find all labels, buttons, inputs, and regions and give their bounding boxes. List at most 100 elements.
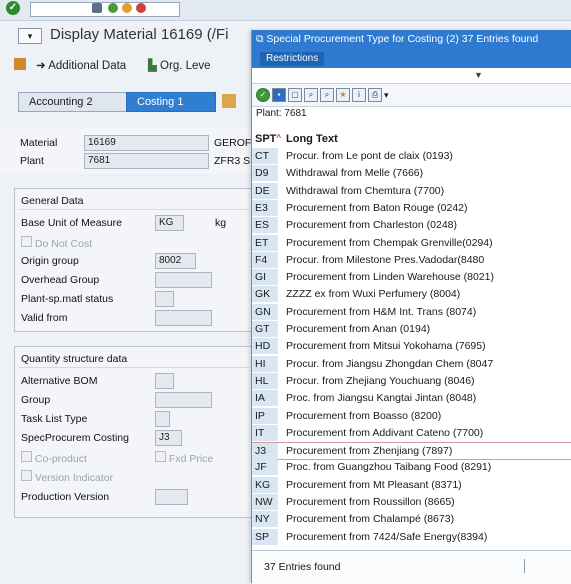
print-dropdown-icon[interactable]: ▾	[384, 90, 389, 101]
collapse-icon[interactable]: ▼	[474, 70, 483, 80]
status-divider	[524, 559, 525, 573]
long-text: Procur. from Le pont de claix (0193)	[286, 150, 453, 162]
spt-code: IA	[252, 390, 278, 407]
list-item[interactable]: GT Procurement from Anan (0194)	[252, 321, 571, 337]
dialog-title-bar: ⧉ Special Procurement Type for Costing (…	[252, 30, 571, 48]
find-next-icon[interactable]: ⌕	[320, 88, 334, 102]
print-icon[interactable]: ⎙	[368, 88, 382, 102]
list-item[interactable]: D9 Withdrawal from Melle (7666)	[252, 165, 571, 182]
long-text: Procurement from Boasso (8200)	[286, 409, 442, 422]
spt-code: GI	[252, 269, 278, 286]
exit-icon[interactable]	[122, 3, 132, 13]
do-not-cost-checkbox[interactable]: Do Not Cost	[21, 236, 92, 250]
spt-code: DE	[252, 182, 278, 199]
spt-code: ES	[252, 217, 278, 234]
list-item[interactable]: ET Procurement from Chempak Grenville(029…	[252, 234, 571, 251]
sort-icon[interactable]: ★	[336, 88, 350, 102]
enter-icon[interactable]: ✓	[6, 1, 20, 15]
long-text: Procurement from Chalampé (8673)	[286, 513, 455, 526]
dialog-toolbar: ✓ ▪ ▢ ⌕ ⌕ ★ i ⎙ ▾	[252, 83, 571, 107]
tab-restrictions[interactable]: Restrictions	[260, 52, 324, 66]
material-field[interactable]: 16169	[84, 135, 209, 151]
list-item[interactable]: NW Procurement from Roussillon (8665)	[252, 494, 571, 510]
list-item[interactable]: F4 Procur. from Milestone Pres.Vadodar(84…	[252, 251, 571, 268]
overhead-group-field[interactable]	[155, 272, 212, 288]
coproduct-checkbox[interactable]: Co-product	[21, 451, 87, 465]
spt-code: HD	[252, 338, 278, 355]
long-text: Procurement from 7424/Safe Energy(8394)	[286, 530, 488, 543]
fxd-price-checkbox[interactable]: Fxd Price	[155, 451, 213, 465]
prod-version-field[interactable]	[155, 489, 188, 505]
tab-accounting-2[interactable]: Accounting 2	[18, 92, 130, 112]
tab-more-icon[interactable]	[222, 94, 236, 108]
spec-proc-field[interactable]: J3	[155, 430, 182, 446]
plant-status-field[interactable]	[155, 291, 174, 307]
save-icon[interactable]	[92, 3, 102, 13]
spt-code: D9	[252, 165, 278, 182]
version-indicator-checkbox[interactable]: Version Indicator	[21, 470, 113, 484]
list-item[interactable]: IT Procurement from Addivant Cateno (7700…	[252, 424, 571, 441]
org-levels-button[interactable]: ▙ Org. Leve	[148, 58, 211, 72]
list-item[interactable]: GI Procurement from Linden Warehouse (802…	[252, 269, 571, 286]
plant-field[interactable]: 7681	[84, 153, 209, 169]
list-item[interactable]: E3 Procurement from Baton Rouge (0242)	[252, 199, 571, 216]
column-long-text[interactable]: Long Text	[286, 133, 338, 145]
menu-icon[interactable]: ▾	[18, 28, 42, 44]
spt-code: NW	[252, 494, 278, 510]
long-text: Procurement from Baton Rouge (0242)	[286, 201, 468, 214]
task-list-field[interactable]	[155, 411, 170, 427]
long-text: Procurement from Roussillon (8665)	[286, 496, 455, 508]
org-levels-icon: ▙	[148, 60, 161, 72]
list-item[interactable]: HI Procur. from Jiangsu Zhongdan Chem (80…	[252, 355, 571, 372]
column-spt[interactable]: SPT^	[255, 133, 281, 145]
info-icon[interactable]: i	[352, 88, 366, 102]
tab-costing-1[interactable]: Costing 1	[126, 92, 216, 112]
additional-data-button[interactable]: ➜ Additional Data	[36, 58, 126, 72]
list-item[interactable]: GK ZZZZ ex from Wuxi Perfumery (8004)	[252, 286, 571, 303]
list-item[interactable]: SP Procurement from 7424/Safe Energy(8394…	[252, 528, 571, 545]
list-item[interactable]: CT Procur. from Le pont de claix (0193)	[252, 148, 571, 164]
spt-code: SP	[252, 528, 278, 545]
group-field[interactable]	[155, 392, 212, 408]
list-item[interactable]: HD Procurement from Mitsui Yokohama (7695…	[252, 338, 571, 355]
spt-code: HL	[252, 372, 278, 389]
header-area: Material 16169 GEROF Plant 7681 ZFR3 S	[0, 128, 252, 174]
new-list-icon[interactable]: ▢	[288, 88, 302, 102]
list-item[interactable]: GN Procurement from H&M Int. Trans (8074)	[252, 303, 571, 320]
alt-bom-field[interactable]	[155, 373, 174, 389]
spt-code: GK	[252, 286, 278, 303]
material-icon[interactable]	[14, 58, 26, 70]
list-item[interactable]: ES Procurement from Charleston (0248)	[252, 217, 571, 234]
list-item[interactable]: KG Procurement from Mt Pleasant (8371)	[252, 476, 571, 493]
find-icon[interactable]: ⌕	[304, 88, 318, 102]
origin-group-field[interactable]: 8002	[155, 253, 196, 269]
list-item[interactable]: JF Proc. from Guangzhou Taibang Food (829…	[252, 459, 571, 476]
list-item[interactable]: IA Proc. from Jiangsu Kangtai Jintan (804…	[252, 390, 571, 407]
filter-icon[interactable]: ▪	[272, 88, 286, 102]
material-desc: GEROF	[214, 137, 252, 149]
list-item[interactable]: NY Procurement from Chalampé (8673)	[252, 511, 571, 528]
cancel-icon[interactable]	[136, 3, 146, 13]
long-text: Procur. from Zhejiang Youchuang (8046)	[286, 374, 475, 387]
long-text: Withdrawal from Melle (7666)	[286, 167, 424, 180]
long-text: Procurement from Linden Warehouse (8021)	[286, 271, 494, 284]
list-item[interactable]: HL Procur. from Zhejiang Youchuang (8046)	[252, 372, 571, 389]
command-field[interactable]	[30, 2, 180, 17]
task-list-label: Task List Type	[21, 413, 88, 425]
valid-from-field[interactable]	[155, 310, 212, 326]
long-text: ZZZZ ex from Wuxi Perfumery (8004)	[286, 288, 461, 301]
long-text: Procur. from Milestone Pres.Vadodar(8480	[286, 253, 485, 266]
arrow-right-icon: ➜	[36, 60, 49, 72]
base-uom-field[interactable]: KG	[155, 215, 184, 231]
material-label: Material	[20, 137, 58, 149]
prod-version-label: Production Version	[21, 491, 110, 503]
confirm-icon[interactable]: ✓	[256, 88, 270, 102]
back-icon[interactable]	[108, 3, 118, 13]
list-item[interactable]: J3 Procurement from Zhenjiang (7897)	[252, 442, 571, 461]
list-item[interactable]: IP Procurement from Boasso (8200)	[252, 407, 571, 424]
list-item[interactable]: DE Withdrawal from Chemtura (7700)	[252, 182, 571, 199]
spt-code: GT	[252, 321, 278, 337]
long-text: Proc. from Jiangsu Kangtai Jintan (8048)	[286, 392, 477, 405]
long-text: Procurement from H&M Int. Trans (8074)	[286, 305, 477, 318]
long-text: Procur. from Jiangsu Zhongdan Chem (8047	[286, 357, 494, 370]
